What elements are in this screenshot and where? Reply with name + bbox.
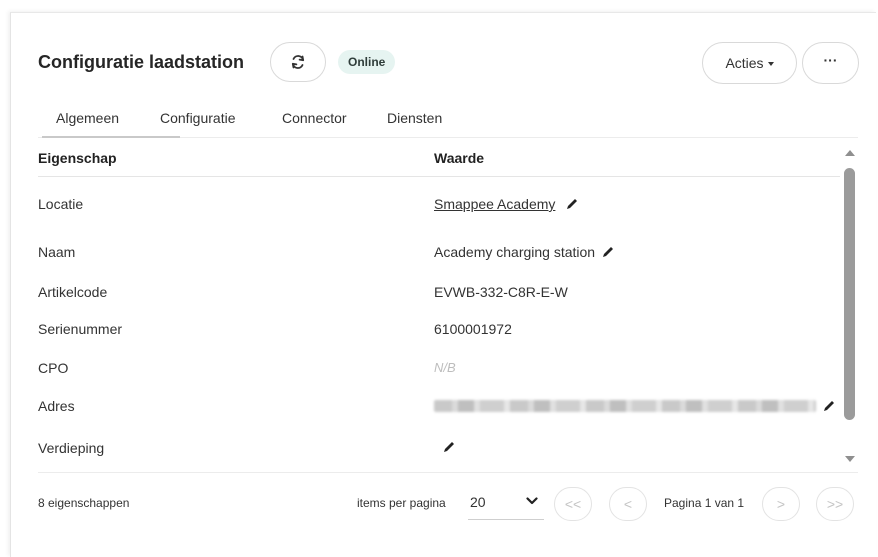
table-row: Verdieping <box>38 434 840 464</box>
table-row: Naam Academy charging station <box>38 238 840 268</box>
property-label: Artikelcode <box>38 284 108 300</box>
page-title: Configuratie laadstation <box>38 52 245 72</box>
edit-pencil-icon[interactable] <box>601 245 615 259</box>
property-label: Locatie <box>38 196 84 212</box>
property-label: Naam <box>38 244 76 260</box>
property-label: Verdieping <box>38 440 105 456</box>
items-per-page-value: 20 <box>470 494 486 510</box>
tab-algemeen[interactable]: Algemeen <box>56 110 119 126</box>
scrollbar-thumb[interactable] <box>844 168 855 420</box>
table-row: Adres <box>38 392 840 422</box>
tab-bar: Algemeen Configuratie Connector Diensten <box>38 108 858 138</box>
scroll-up-arrow-icon[interactable] <box>845 150 855 156</box>
property-label: CPO <box>38 360 69 376</box>
prev-page-button[interactable]: < <box>609 487 647 521</box>
property-value: Academy charging station <box>434 244 596 260</box>
table-row: Locatie Smappee Academy <box>38 190 840 220</box>
column-header-property: Eigenschap <box>38 150 117 166</box>
property-value: EVWB-332-C8R-E-W <box>434 284 568 300</box>
double-chevron-right-icon: >> <box>826 496 844 512</box>
double-chevron-left-icon: << <box>564 496 582 512</box>
last-page-button[interactable]: >> <box>816 487 854 521</box>
table-row: CPO N/B <box>38 354 840 384</box>
table-row: Serienummer 6100001972 <box>38 315 840 345</box>
more-button[interactable]: ··· <box>802 42 859 84</box>
refresh-button[interactable] <box>270 42 326 82</box>
footer-divider <box>38 472 858 473</box>
property-label: Adres <box>38 398 75 414</box>
active-tab-indicator <box>42 136 180 138</box>
first-page-button[interactable]: << <box>554 487 592 521</box>
tab-configuratie[interactable]: Configuratie <box>160 110 236 126</box>
table-header: Eigenschap Waarde <box>38 140 840 177</box>
page-info: Pagina 1 van 1 <box>664 496 745 510</box>
scroll-down-arrow-icon[interactable] <box>845 456 855 462</box>
property-count: 8 eigenschappen <box>38 496 130 510</box>
tab-connector[interactable]: Connector <box>282 110 347 126</box>
actions-button[interactable]: Acties <box>702 42 797 84</box>
column-header-value: Waarde <box>434 150 485 166</box>
property-value: 6100001972 <box>434 321 512 337</box>
chevron-right-icon: > <box>776 496 786 512</box>
edit-pencil-icon[interactable] <box>565 197 579 211</box>
location-link[interactable]: Smappee Academy <box>434 196 555 212</box>
caret-down-icon <box>767 61 774 66</box>
edit-pencil-icon[interactable] <box>442 440 456 454</box>
chevron-left-icon: < <box>623 496 633 512</box>
items-per-page-label: items per pagina <box>357 496 446 510</box>
refresh-icon <box>291 55 305 69</box>
more-icon: ··· <box>823 52 838 68</box>
chevron-down-icon <box>526 497 538 505</box>
property-label: Serienummer <box>38 321 123 337</box>
items-per-page-select[interactable]: 20 <box>468 486 544 520</box>
redacted-address <box>434 400 816 412</box>
tab-diensten[interactable]: Diensten <box>387 110 442 126</box>
actions-button-label: Acties <box>725 55 764 71</box>
next-page-button[interactable]: > <box>762 487 800 521</box>
status-badge: Online <box>338 50 396 74</box>
empty-value: N/B <box>434 360 456 375</box>
table-row: Artikelcode EVWB-332-C8R-E-W <box>38 278 840 308</box>
edit-pencil-icon[interactable] <box>822 399 836 413</box>
